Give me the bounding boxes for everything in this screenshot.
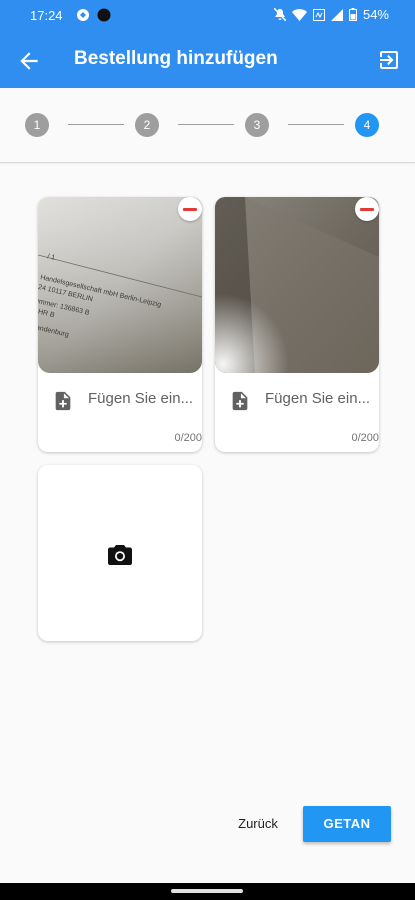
document-photo: / 1 Handelsgesellschaft mbH Berlin-Leipz… bbox=[38, 197, 202, 373]
minus-icon bbox=[183, 208, 197, 211]
stepper: 1 2 3 4 bbox=[0, 88, 415, 163]
photo-thumbnail-2[interactable] bbox=[215, 197, 379, 373]
back-button[interactable]: Zurück bbox=[226, 808, 290, 840]
char-counter-1: 0/200 bbox=[174, 432, 202, 444]
photo-thumbnail-1[interactable]: / 1 Handelsgesellschaft mbH Berlin-Leipz… bbox=[38, 197, 202, 373]
step-connector bbox=[178, 124, 234, 125]
home-gesture-handle[interactable] bbox=[171, 889, 243, 893]
add-photo-card[interactable] bbox=[38, 465, 202, 641]
room-photo bbox=[215, 197, 379, 373]
status-time: 17:24 bbox=[30, 8, 63, 23]
page-title: Bestellung hinzufügen bbox=[74, 48, 278, 69]
app-bar: Bestellung hinzufügen bbox=[0, 32, 415, 88]
step-3[interactable]: 3 bbox=[245, 113, 269, 137]
minus-icon bbox=[360, 208, 374, 211]
step-2[interactable]: 2 bbox=[135, 113, 159, 137]
system-nav-bar bbox=[0, 883, 415, 900]
remove-photo-button-2[interactable] bbox=[355, 197, 379, 221]
status-bar: 17:24 54% bbox=[0, 0, 415, 32]
note-add-icon[interactable] bbox=[52, 389, 74, 413]
step-connector bbox=[68, 124, 124, 125]
mute-icon bbox=[273, 8, 286, 21]
step-4-active[interactable]: 4 bbox=[355, 113, 379, 137]
signal-icon bbox=[330, 8, 343, 21]
exit-to-app-icon[interactable] bbox=[377, 48, 401, 72]
note-input-1[interactable]: Fügen Sie ein... bbox=[88, 390, 193, 407]
battery-icon bbox=[348, 8, 357, 21]
char-counter-2: 0/200 bbox=[351, 432, 379, 444]
step-1[interactable]: 1 bbox=[25, 113, 49, 137]
status-icons: 54% bbox=[273, 7, 389, 22]
note-add-icon[interactable] bbox=[229, 389, 251, 413]
battery-percent: 54% bbox=[362, 7, 389, 22]
camera-icon bbox=[108, 545, 132, 565]
wifi-icon bbox=[291, 8, 307, 21]
record-dot-icon bbox=[97, 8, 111, 22]
step-connector bbox=[288, 124, 344, 125]
photo-card-2: Fügen Sie ein... 0/200 bbox=[215, 197, 379, 452]
note-input-2[interactable]: Fügen Sie ein... bbox=[265, 390, 370, 407]
done-button[interactable]: GETAN bbox=[303, 806, 391, 842]
data-saver-icon bbox=[312, 8, 325, 21]
arrow-left-icon[interactable] bbox=[16, 48, 42, 74]
app-notification-icon bbox=[77, 9, 89, 21]
remove-photo-button-1[interactable] bbox=[178, 197, 202, 221]
photo-card-1: / 1 Handelsgesellschaft mbH Berlin-Leipz… bbox=[38, 197, 202, 452]
